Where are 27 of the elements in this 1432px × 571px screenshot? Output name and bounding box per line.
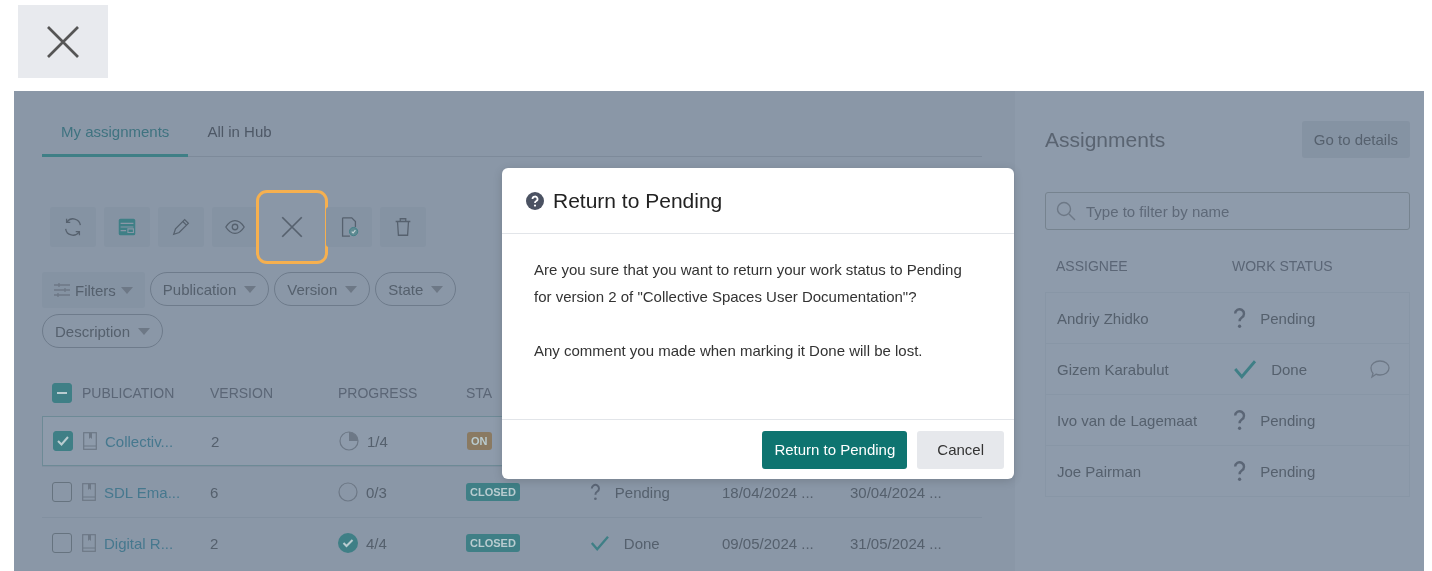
version-number: 2 xyxy=(211,432,220,450)
due-date: 31/05/2024 ... xyxy=(850,534,942,552)
dialog-title: Return to Pending xyxy=(553,188,723,213)
version-number: 6 xyxy=(210,483,219,501)
assignee-name: Joe Pairman xyxy=(1057,462,1143,480)
work-status: Done xyxy=(623,534,660,552)
version-number: 2 xyxy=(210,534,219,552)
work-status: Pending xyxy=(614,483,670,501)
work-status: Pending xyxy=(1260,309,1316,327)
due-date: 30/04/2024 ... xyxy=(850,483,942,501)
progress-count: 1/4 xyxy=(367,432,388,450)
start-date: 18/04/2024 ... xyxy=(722,483,814,501)
progress-count: 4/4 xyxy=(366,534,387,552)
state-badge: CLOSED xyxy=(466,483,520,501)
assignee-name: Gizem Karabulut xyxy=(1057,360,1170,378)
progress-count: 0/3 xyxy=(366,483,387,501)
dialog-message: Any comment you made when marking it Done will be lost. xyxy=(534,341,924,361)
state-badge: CLOSED xyxy=(466,534,520,552)
work-status: Pending xyxy=(1260,462,1316,480)
panel-title: Assignments xyxy=(1045,127,1166,152)
assignee-name: Andriy Zhidko xyxy=(1057,309,1150,327)
assignee-name: Ivo van de Lagemaat xyxy=(1057,411,1199,429)
dialog-message: Are you sure that you want to return your work status to Pending for version 2 of "Collective Spaces User Documentation"? xyxy=(534,260,963,307)
work-status: Pending xyxy=(1260,411,1316,429)
state-badge: ON xyxy=(467,432,492,450)
start-date: 09/05/2024 ... xyxy=(722,534,814,552)
work-status: Done xyxy=(1271,360,1308,378)
